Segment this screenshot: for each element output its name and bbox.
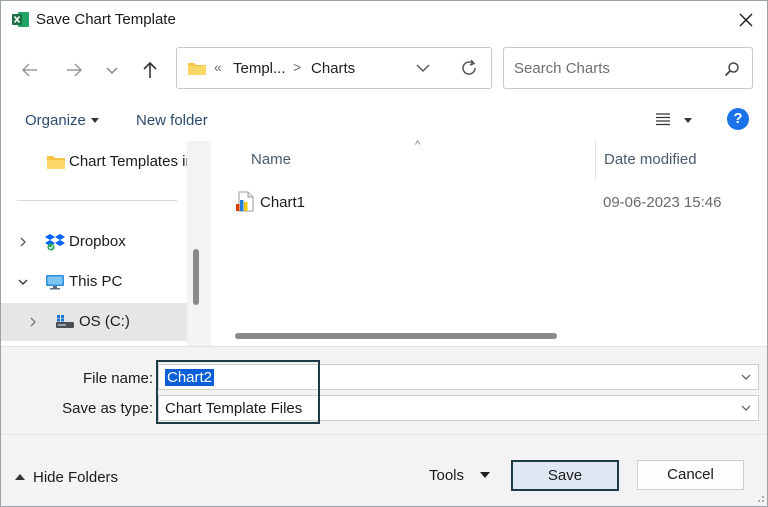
navigation-pane: Chart Templates in Dropbox This PC OS (C… bbox=[1, 141, 206, 346]
arrow-up-icon[interactable] bbox=[139, 59, 161, 81]
file-date-modified: 09-06-2023 15:46 bbox=[603, 194, 722, 211]
chevron-down-icon[interactable] bbox=[415, 61, 431, 75]
drive-icon bbox=[56, 315, 74, 328]
hide-folders-label: Hide Folders bbox=[33, 469, 119, 486]
cancel-button[interactable]: Cancel bbox=[637, 460, 744, 490]
help-button[interactable]: ? bbox=[727, 108, 749, 130]
file-name-selected-text: Chart2 bbox=[165, 369, 215, 386]
divider bbox=[1, 346, 767, 347]
breadcrumb-charts[interactable]: Charts bbox=[311, 60, 355, 77]
resize-grip-icon[interactable] bbox=[753, 491, 765, 503]
folder-icon bbox=[188, 63, 206, 75]
column-header-date-modified[interactable]: Date modified bbox=[604, 151, 697, 168]
nav-item-label: OS (C:) bbox=[79, 313, 130, 330]
divider bbox=[17, 200, 177, 201]
nav-item-label: Chart Templates in bbox=[69, 153, 187, 170]
file-name-label: File name: bbox=[82, 370, 153, 387]
chart-file-icon bbox=[236, 191, 254, 212]
file-list-scrollbar-thumb[interactable] bbox=[235, 333, 557, 339]
nav-item-dropbox[interactable]: Dropbox bbox=[1, 223, 187, 261]
folder-icon bbox=[47, 156, 65, 169]
navigation-bar: « Templ... > Charts Search Charts bbox=[1, 39, 767, 99]
save-as-type-select[interactable]: Chart Template Files bbox=[158, 395, 759, 421]
nav-scrollbar[interactable] bbox=[187, 141, 206, 346]
chevron-right-icon[interactable] bbox=[17, 236, 29, 248]
caret-down-icon[interactable] bbox=[91, 118, 99, 123]
tools-button[interactable]: Tools bbox=[429, 467, 464, 484]
refresh-icon[interactable] bbox=[459, 58, 479, 78]
command-bar: Organize New folder ? bbox=[1, 99, 767, 141]
save-as-type-label: Save as type: bbox=[62, 400, 153, 417]
list-view-icon[interactable] bbox=[655, 112, 671, 126]
breadcrumb-templates[interactable]: Templ... bbox=[233, 60, 286, 77]
dropbox-icon bbox=[45, 234, 65, 251]
nav-item-os-c[interactable]: OS (C:) bbox=[1, 303, 187, 341]
nav-item-label: This PC bbox=[69, 273, 123, 290]
chevron-down-icon[interactable] bbox=[740, 372, 752, 382]
caret-down-icon[interactable] bbox=[480, 472, 490, 478]
save-button[interactable]: Save bbox=[511, 460, 619, 491]
save-as-type-value: Chart Template Files bbox=[165, 400, 303, 417]
chevron-down-icon[interactable] bbox=[17, 276, 29, 288]
file-name-value: Chart2 bbox=[165, 369, 215, 386]
column-divider[interactable] bbox=[595, 141, 596, 179]
chevron-down-icon[interactable] bbox=[740, 403, 752, 413]
window-title: Save Chart Template bbox=[36, 11, 176, 28]
close-icon[interactable] bbox=[735, 9, 757, 31]
save-chart-template-dialog: Save Chart Template « Templ... > Charts bbox=[0, 0, 768, 507]
sort-ascending-icon: ^ bbox=[415, 139, 421, 151]
file-row[interactable]: Chart1 09-06-2023 15:46 bbox=[225, 186, 765, 218]
search-icon[interactable] bbox=[724, 61, 740, 77]
organize-button[interactable]: Organize bbox=[25, 112, 86, 129]
caret-down-icon[interactable] bbox=[684, 118, 692, 123]
caret-up-icon bbox=[15, 474, 25, 480]
address-overflow[interactable]: « bbox=[214, 59, 222, 75]
chevron-right-icon[interactable] bbox=[27, 316, 39, 328]
nav-item-label: Dropbox bbox=[69, 233, 126, 250]
search-placeholder: Search Charts bbox=[514, 60, 610, 77]
arrow-left-icon[interactable] bbox=[19, 59, 41, 81]
divider bbox=[1, 434, 767, 435]
hide-folders-button[interactable]: Hide Folders bbox=[15, 469, 118, 486]
nav-item-chart-templates[interactable]: Chart Templates in bbox=[1, 143, 187, 181]
new-folder-button[interactable]: New folder bbox=[136, 112, 208, 129]
address-bar[interactable]: « Templ... > Charts bbox=[176, 47, 492, 89]
search-input[interactable]: Search Charts bbox=[503, 47, 753, 89]
nav-item-this-pc[interactable]: This PC bbox=[1, 263, 187, 301]
chevron-down-icon[interactable] bbox=[101, 59, 123, 81]
nav-scrollbar-thumb[interactable] bbox=[193, 249, 199, 305]
arrow-right-icon[interactable] bbox=[63, 59, 85, 81]
file-name: Chart1 bbox=[260, 194, 306, 211]
title-bar: Save Chart Template bbox=[1, 1, 767, 39]
excel-icon bbox=[12, 12, 29, 27]
file-list: ^ Name Date modified Chart1 09-06-2023 1… bbox=[211, 139, 767, 346]
monitor-icon bbox=[46, 275, 64, 290]
breadcrumb-separator: > bbox=[293, 59, 302, 75]
file-name-field[interactable]: Chart2 bbox=[158, 364, 759, 390]
column-header-name[interactable]: Name bbox=[251, 151, 291, 168]
